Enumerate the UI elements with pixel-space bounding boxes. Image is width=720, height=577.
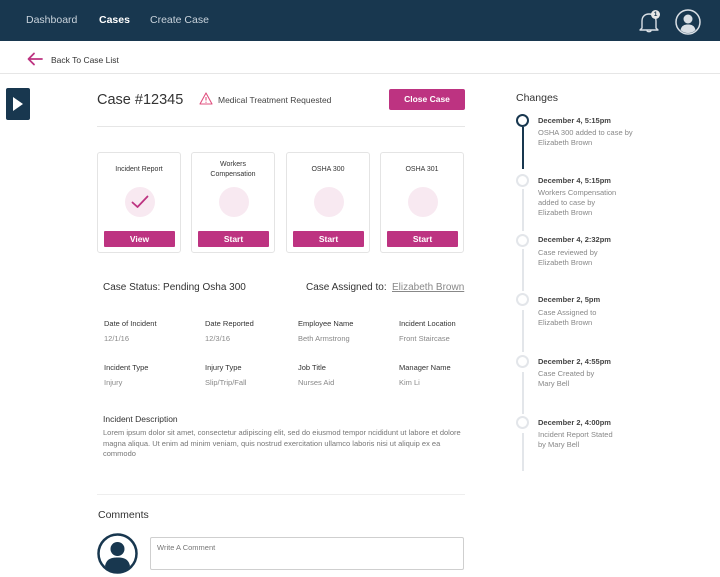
timeline-line <box>521 189 524 231</box>
field-value-manager-name: Kim Li <box>399 378 420 387</box>
timeline-dot <box>516 174 529 187</box>
case-title: Case #12345 <box>97 92 184 108</box>
form-card-title: Workers Compensation <box>210 161 256 178</box>
case-status: Case Status: Pending Osha 300 <box>103 282 246 293</box>
timeline-date: December 4, 2:32pm <box>538 235 611 244</box>
form-status-circle <box>314 187 344 217</box>
field-label-date-reported: Date Reported <box>205 319 254 328</box>
timeline-dot <box>516 114 529 127</box>
incident-description-text: Lorem ipsum dolor sit amet, consectetur … <box>103 428 461 458</box>
comment-input[interactable] <box>150 537 464 570</box>
timeline-line <box>521 249 524 291</box>
comments-title: Comments <box>98 509 149 521</box>
timeline-text: Workers Compensation added to case by El… <box>538 188 617 218</box>
timeline-date: December 2, 4:00pm <box>538 418 611 427</box>
form-status-circle <box>219 187 249 217</box>
check-icon <box>131 195 149 208</box>
start-osha-301-button[interactable]: Start <box>387 231 458 247</box>
field-value-date-reported: 12/3/16 <box>205 334 231 343</box>
timeline-line <box>521 433 524 471</box>
form-status-circle <box>125 187 155 217</box>
view-incident-report-button[interactable]: View <box>104 231 175 247</box>
start-workers-compensation-button[interactable]: Start <box>198 231 269 247</box>
commenter-avatar-icon <box>97 533 138 574</box>
form-card-osha-300: OSHA 300 Start <box>286 152 370 253</box>
timeline-date: December 4, 5:15pm <box>538 176 611 185</box>
timeline-date: December 4, 5:15pm <box>538 116 611 125</box>
sidebar-toggle-button[interactable] <box>6 88 30 120</box>
field-label-injury-type: Injury Type <box>205 363 242 372</box>
field-label-incident-location: Incident Location <box>399 319 456 328</box>
field-value-job-title: Nurses Aid <box>298 378 335 387</box>
field-label-date-of-incident: Date of Incident <box>104 319 157 328</box>
field-label-job-title: Job Title <box>298 363 326 372</box>
form-card-title: OSHA 300 <box>311 166 345 173</box>
timeline-dot <box>516 416 529 429</box>
back-to-case-list-link[interactable]: Back To Case List <box>51 55 119 65</box>
case-assigned-label: Case Assigned to: <box>306 282 387 293</box>
start-osha-300-button[interactable]: Start <box>293 231 364 247</box>
nav-cases[interactable]: Cases <box>99 14 130 26</box>
form-card-incident-report: Incident Report View <box>97 152 181 253</box>
form-card-osha-301: OSHA 301 Start <box>380 152 464 253</box>
field-label-manager-name: Manager Name <box>399 363 451 372</box>
timeline-text: Case Created by Mary Bell <box>538 369 595 389</box>
changes-title: Changes <box>516 92 559 104</box>
warning-triangle-icon <box>199 92 213 105</box>
caret-right-icon <box>13 97 23 111</box>
nav-create-case[interactable]: Create Case <box>150 14 209 26</box>
timeline-dot <box>516 234 529 247</box>
timeline-text: Case reviewed by Elizabeth Brown <box>538 248 598 268</box>
form-status-circle <box>408 187 438 217</box>
timeline-dot <box>516 293 529 306</box>
timeline-dot <box>516 355 529 368</box>
user-avatar-icon[interactable] <box>675 9 701 35</box>
divider <box>97 494 465 495</box>
arrow-left-icon[interactable] <box>27 52 43 66</box>
field-value-injury-type: Slip/Trip/Fall <box>205 378 247 387</box>
field-label-incident-type: Incident Type <box>104 363 149 372</box>
timeline-line <box>521 372 524 414</box>
timeline-text: Case Assigned to Elizabeth Brown <box>538 308 597 328</box>
top-nav: Dashboard Cases Create Case 1 <box>0 0 720 41</box>
field-value-date-of-incident: 12/1/16 <box>104 334 130 343</box>
alert-text: Medical Treatment Requested <box>218 95 332 105</box>
close-case-button[interactable]: Close Case <box>389 89 465 110</box>
timeline-text: OSHA 300 added to case by Elizabeth Brow… <box>538 128 633 148</box>
timeline-line <box>521 310 524 352</box>
timeline-date: December 2, 5pm <box>538 295 601 304</box>
form-card-workers-compensation: Workers Compensation Start <box>191 152 275 253</box>
timeline-line <box>521 127 524 169</box>
timeline-text: Incident Report Stated by Mary Bell <box>538 430 613 450</box>
incident-description-label: Incident Description <box>103 414 178 424</box>
notification-badge: 1 <box>651 10 660 19</box>
timeline-date: December 2, 4:55pm <box>538 357 611 366</box>
field-value-employee-name: Beth Armstrong <box>298 334 350 343</box>
form-card-title: Incident Report <box>115 166 163 173</box>
form-card-title: OSHA 301 <box>405 166 439 173</box>
field-value-incident-location: Front Staircase <box>399 334 450 343</box>
field-label-employee-name: Employee Name <box>298 319 354 328</box>
field-value-incident-type: Injury <box>104 378 123 387</box>
case-assignee-link[interactable]: Elizabeth Brown <box>392 282 464 293</box>
divider <box>97 126 465 127</box>
nav-dashboard[interactable]: Dashboard <box>26 14 77 26</box>
